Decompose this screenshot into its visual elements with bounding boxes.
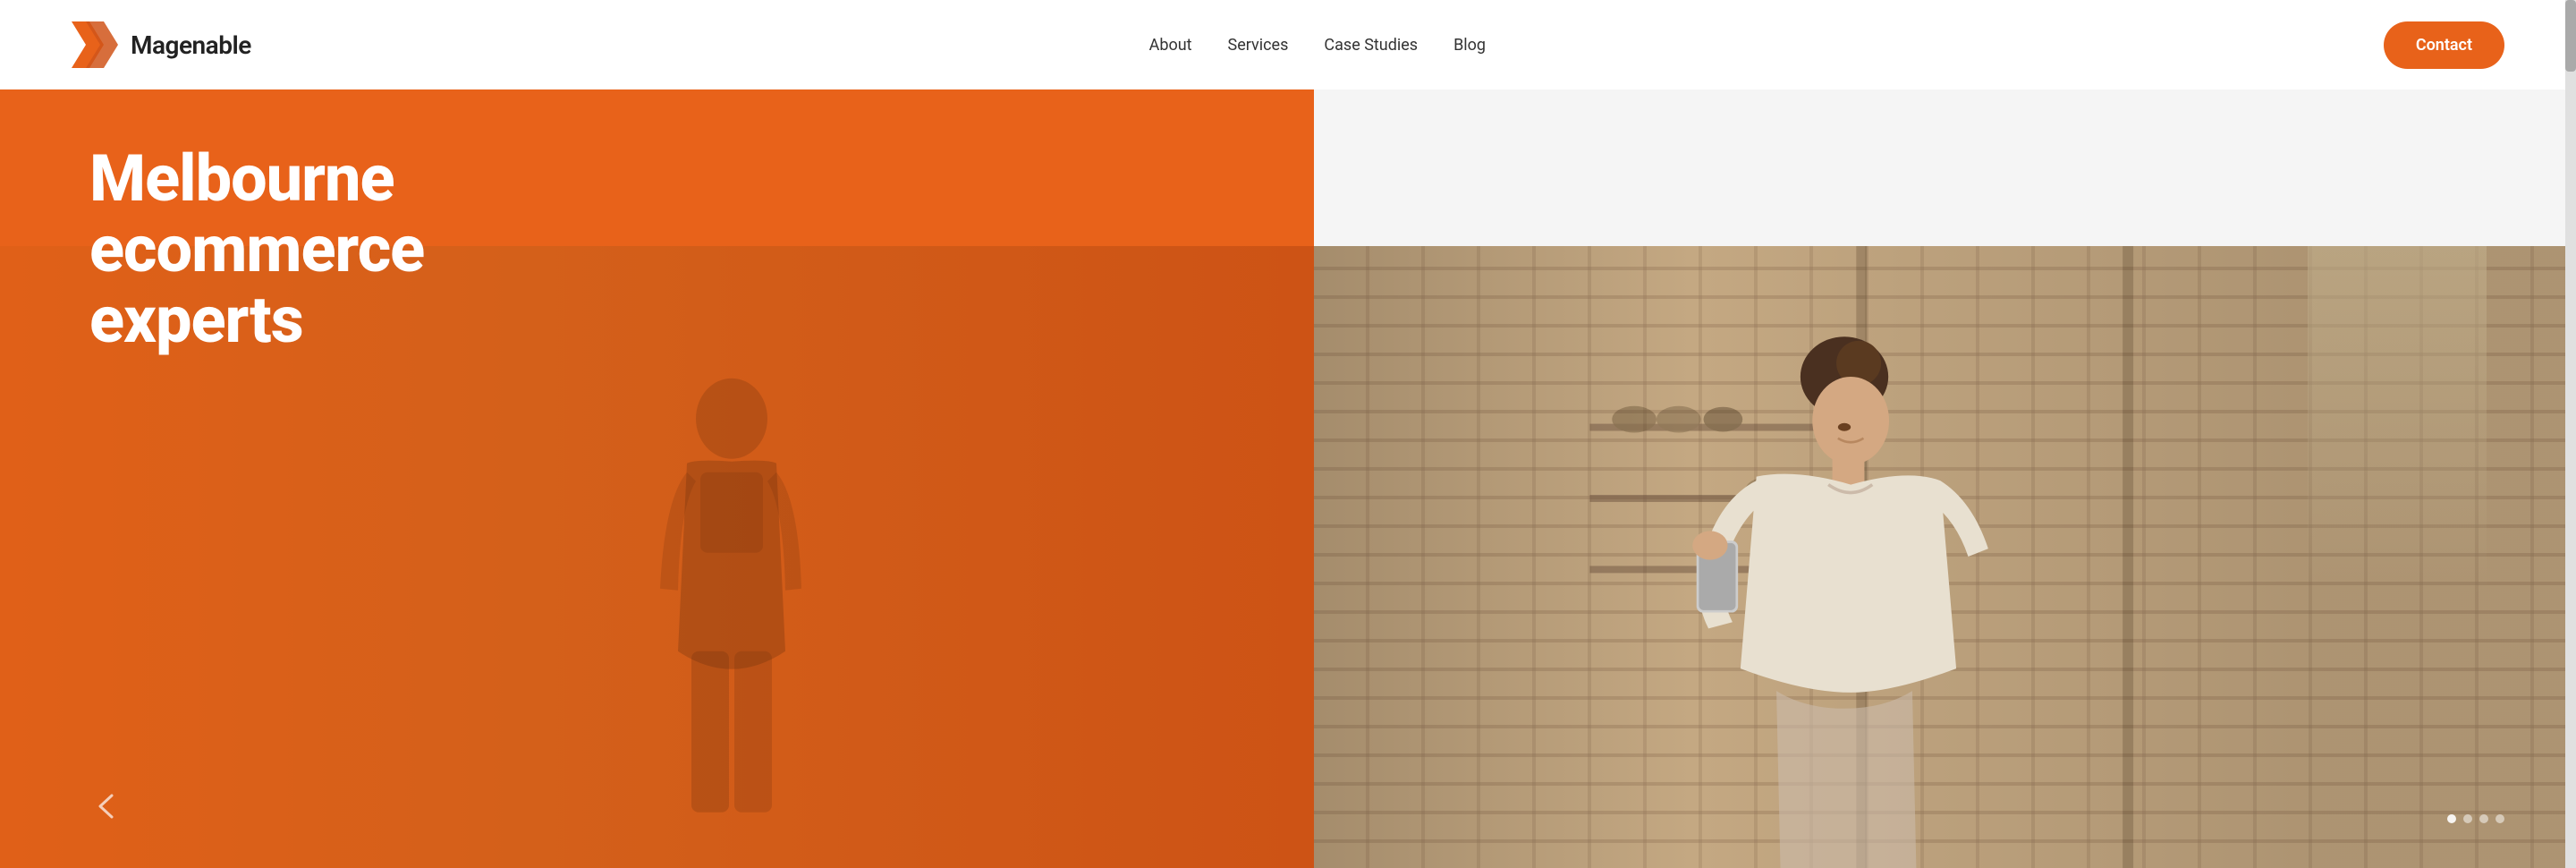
hero-slide-dots <box>2447 814 2504 823</box>
slide-dot-1[interactable] <box>2447 814 2456 823</box>
hero-title-line3: experts <box>89 282 303 358</box>
nav-about[interactable]: About <box>1149 36 1192 55</box>
nav-blog[interactable]: Blog <box>1453 36 1486 55</box>
slide-dot-2[interactable] <box>2463 814 2472 823</box>
hero-title-line2: ecommerce <box>89 211 424 287</box>
nav-case-studies[interactable]: Case Studies <box>1324 36 1418 55</box>
nav-services[interactable]: Services <box>1228 36 1289 55</box>
logo-link[interactable]: Magenable <box>72 21 251 68</box>
hero-title-line1: Melbourne <box>89 140 394 217</box>
hero-photo-inner <box>1314 246 2576 868</box>
header: Magenable About Services Case Studies Bl… <box>0 0 2576 89</box>
main-nav: About Services Case Studies Blog <box>1149 36 1486 55</box>
person-left-silhouette <box>606 309 857 868</box>
hero-title: Melbourne ecommerce experts <box>89 143 424 356</box>
woman-silhouette <box>1630 309 2059 868</box>
scrollbar[interactable] <box>2565 0 2576 868</box>
hero-photo-right <box>1314 246 2576 868</box>
hero-text-block: Melbourne ecommerce experts <box>89 143 424 356</box>
scrollbar-thumb[interactable] <box>2565 0 2576 72</box>
logo-icon <box>72 21 118 68</box>
hero-section: Melbourne ecommerce experts <box>0 89 2576 868</box>
slide-dot-3[interactable] <box>2479 814 2488 823</box>
slide-dot-4[interactable] <box>2496 814 2504 823</box>
hero-prev-arrow[interactable] <box>89 788 125 832</box>
logo-text: Magenable <box>131 30 251 60</box>
contact-button[interactable]: Contact <box>2384 21 2504 69</box>
